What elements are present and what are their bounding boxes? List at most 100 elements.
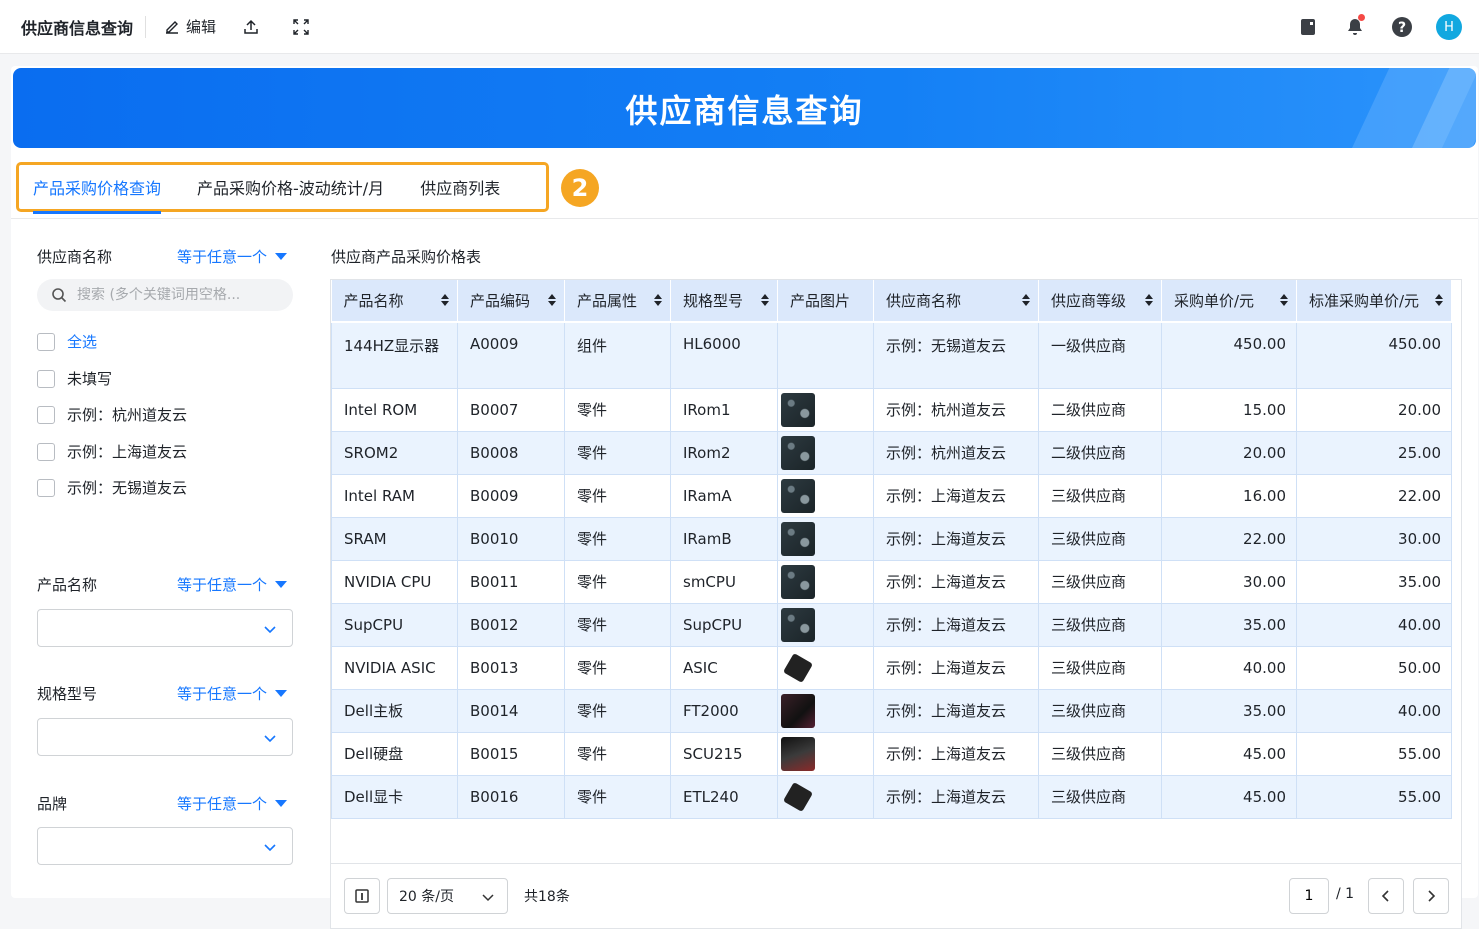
product-image[interactable]: [781, 392, 815, 427]
supplier-filter-mode[interactable]: 等于任意一个: [177, 246, 287, 267]
notes-button[interactable]: [1292, 11, 1324, 43]
help-button[interactable]: ?: [1386, 11, 1418, 43]
table-cell-code: B0008: [457, 431, 565, 475]
chevron-down-icon: [482, 894, 494, 902]
next-page-button[interactable]: [1413, 878, 1449, 914]
table-row[interactable]: SupCPU B0012 零件 SupCPU 示例：上海道友云 三级供应商 35.00 40.…: [331, 603, 1452, 647]
table-cell-spec: ASIC: [670, 646, 778, 690]
table-row[interactable]: Intel RAM B0009 零件 IRamA 示例：上海道友云 三级供应商 16.00 2…: [331, 474, 1452, 518]
product-image[interactable]: [781, 736, 815, 771]
total-count: 共18条: [524, 889, 570, 905]
table-cell-img: [777, 431, 874, 475]
checkbox[interactable]: [37, 332, 55, 351]
product-select[interactable]: [37, 609, 293, 647]
checkbox-shanghai[interactable]: 示例：上海道友云: [37, 441, 187, 462]
column-header[interactable]: 产品图片: [777, 280, 874, 323]
tab-price-query[interactable]: 产品采购价格查询: [33, 165, 162, 214]
product-image[interactable]: [781, 478, 815, 513]
table-cell-name: Intel ROM: [331, 388, 458, 432]
sort-icon[interactable]: [548, 294, 556, 306]
checkbox-wuxi[interactable]: 示例：无锡道友云: [37, 477, 187, 498]
tab-supplier-list[interactable]: 供应商列表: [420, 165, 500, 209]
checkbox[interactable]: [37, 405, 55, 424]
column-header-label: 产品名称: [343, 292, 404, 310]
sort-icon[interactable]: [761, 294, 769, 306]
supplier-search-input[interactable]: [77, 287, 277, 303]
page-size-label: 20 条/页: [399, 889, 454, 905]
edit-button[interactable]: 编辑: [164, 16, 216, 37]
column-header[interactable]: 规格型号: [670, 280, 778, 323]
table-row[interactable]: NVIDIA ASIC B0013 零件 ASIC 示例：上海道友云 三级供应商 40.00…: [331, 646, 1452, 690]
product-filter-mode[interactable]: 等于任意一个: [177, 574, 287, 595]
divider: [145, 15, 147, 38]
share-button[interactable]: [242, 18, 266, 36]
fullscreen-button[interactable]: [292, 18, 316, 36]
spec-select[interactable]: [37, 718, 293, 756]
table-row[interactable]: Dell硬盘 B0015 零件 SCU215 示例：上海道友云 三级供应商 45.00 55.…: [331, 732, 1452, 776]
checkbox-select-all[interactable]: 全选: [37, 331, 97, 352]
price-table: 产品名称 产品编码 产品属性 规格型号 产品图片 供应商名称 供应商等级 采购单价/元 标准采购…: [330, 279, 1462, 864]
product-image[interactable]: [782, 781, 814, 812]
column-header-label: 采购单价/元: [1174, 292, 1255, 310]
product-image[interactable]: [781, 521, 815, 556]
table-row[interactable]: 144HZ显示器 A0009 组件 HL6000 示例：无锡道友云 一级供应商 450.00…: [331, 322, 1452, 389]
sort-icon[interactable]: [1435, 294, 1443, 306]
sort-icon[interactable]: [1145, 294, 1153, 306]
table-row[interactable]: Intel ROM B0007 零件 IRom1 示例：杭州道友云 二级供应商 15.00 2…: [331, 388, 1452, 432]
column-settings-button[interactable]: [344, 878, 380, 914]
checkbox-hangzhou[interactable]: 示例：杭州道友云: [37, 404, 187, 425]
user-menu[interactable]: H: [1433, 11, 1465, 43]
table-cell-name: SRAM: [331, 517, 458, 561]
product-image[interactable]: [782, 652, 814, 683]
spec-filter-mode[interactable]: 等于任意一个: [177, 683, 287, 704]
notifications-button[interactable]: [1339, 11, 1371, 43]
checkbox-unfilled[interactable]: 未填写: [37, 368, 112, 389]
banner-title: 供应商信息查询: [625, 92, 864, 130]
prev-page-button[interactable]: [1368, 878, 1404, 914]
table-cell-name: NVIDIA ASIC: [331, 646, 458, 690]
table-title: 供应商产品采购价格表: [331, 248, 482, 266]
checkbox[interactable]: [37, 478, 55, 497]
table-cell-std-price: 20.00: [1296, 388, 1452, 432]
product-image[interactable]: [781, 693, 815, 728]
column-header[interactable]: 产品名称: [331, 280, 458, 323]
table-cell-attr: 组件: [564, 322, 671, 389]
column-header[interactable]: 采购单价/元: [1161, 280, 1297, 323]
table-row[interactable]: SROM2 B0008 零件 IRom2 示例：杭州道友云 二级供应商 20.00 25.00: [331, 431, 1452, 475]
table-cell-spec: IRamB: [670, 517, 778, 561]
sort-icon[interactable]: [1022, 294, 1030, 306]
table-cell-spec: SCU215: [670, 732, 778, 776]
table-row[interactable]: Dell显卡 B0016 零件 ETL240 示例：上海道友云 三级供应商 45.00 55.…: [331, 775, 1452, 819]
table-row[interactable]: NVIDIA CPU B0011 零件 smCPU 示例：上海道友云 三级供应商 30.00…: [331, 560, 1452, 604]
product-image[interactable]: [781, 435, 815, 470]
supplier-filter-label: 供应商名称: [37, 248, 113, 266]
checkbox[interactable]: [37, 369, 55, 388]
table-row[interactable]: SRAM B0010 零件 IRamB 示例：上海道友云 三级供应商 22.00 30.00: [331, 517, 1452, 561]
product-image[interactable]: [781, 607, 815, 642]
checkbox[interactable]: [37, 442, 55, 461]
column-header[interactable]: 产品编码: [457, 280, 565, 323]
page-size-select[interactable]: 20 条/页: [387, 878, 508, 914]
option-label: 示例：杭州道友云: [67, 406, 188, 424]
column-header[interactable]: 供应商名称: [873, 280, 1039, 323]
brand-select[interactable]: [37, 827, 293, 865]
column-header[interactable]: 产品属性: [564, 280, 671, 323]
sort-icon[interactable]: [654, 294, 662, 306]
table-cell-supplier: 示例：杭州道友云: [873, 388, 1039, 432]
sort-icon[interactable]: [1280, 294, 1288, 306]
table-cell-attr: 零件: [564, 517, 671, 561]
table-row[interactable]: Dell主板 B0014 零件 FT2000 示例：上海道友云 三级供应商 35.00 40.…: [331, 689, 1452, 733]
tab-price-fluctuation[interactable]: 产品采购价格-波动统计/月: [197, 165, 384, 209]
caret-down-icon: [275, 690, 287, 697]
table-cell-spec: FT2000: [670, 689, 778, 733]
product-filter-header: 产品名称 等于任意一个: [37, 574, 287, 595]
sort-icon[interactable]: [441, 294, 449, 306]
column-header[interactable]: 供应商等级: [1038, 280, 1162, 323]
column-header[interactable]: 标准采购单价/元: [1296, 280, 1452, 323]
product-image[interactable]: [781, 564, 815, 599]
brand-filter-mode[interactable]: 等于任意一个: [177, 793, 287, 814]
page-number-input[interactable]: [1289, 878, 1329, 914]
supplier-filter-header: 供应商名称 等于任意一个: [37, 246, 287, 267]
table-cell-spec: SupCPU: [670, 603, 778, 647]
table-cell-img: [777, 388, 874, 432]
